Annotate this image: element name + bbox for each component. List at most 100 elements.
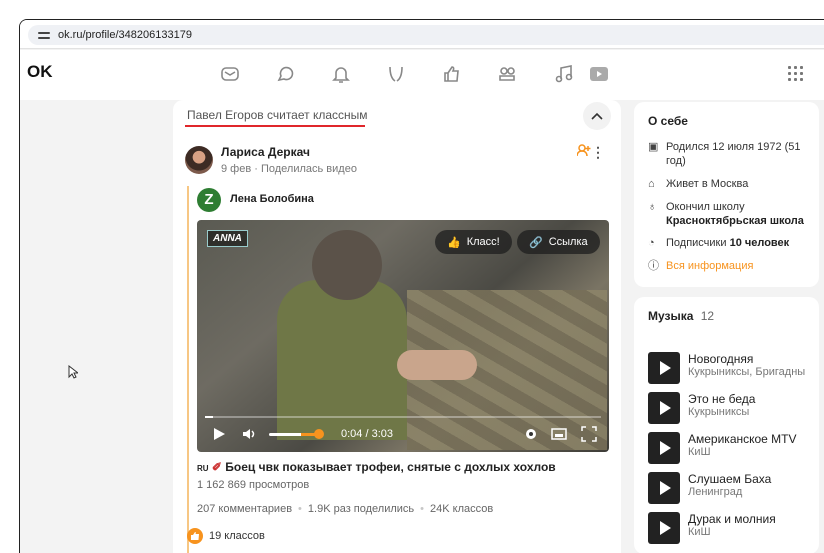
video-views: 1 162 869 просмотров — [197, 479, 310, 491]
track-artist: КиШ — [688, 526, 711, 538]
school-name[interactable]: Красноктябрьская школа — [666, 215, 804, 227]
notifications-icon[interactable] — [330, 63, 352, 85]
track-item[interactable]: Это не беда Кукрыниксы — [648, 392, 813, 428]
author-avatar[interactable] — [185, 146, 213, 174]
all-info-text: Вся информация — [666, 260, 754, 272]
friends-icon[interactable] — [497, 63, 519, 85]
track-artist: Ленинград — [688, 486, 743, 498]
music-count: 12 — [700, 309, 715, 323]
lives-text: Живет в Москва — [666, 178, 749, 190]
video-title[interactable]: RU ✐ Боец чвк показывает трофеи, снятые … — [197, 460, 556, 474]
site-settings-icon[interactable] — [38, 29, 50, 41]
settings-gear-icon[interactable] — [523, 426, 539, 442]
subscribers-count: 10 человек — [729, 237, 790, 249]
track-name: Слушаем Баха — [688, 472, 772, 486]
separator-dot: • — [420, 503, 425, 515]
url-text: ok.ru/profile/348206133179 — [58, 29, 192, 41]
born-text: Родился 12 июля 1972 (51 год) — [666, 141, 801, 167]
track-name: Американское MTV — [688, 432, 797, 446]
guests-icon[interactable] — [385, 63, 407, 85]
post-likes-count: 19 классов — [209, 530, 265, 542]
repost-indicator-line — [187, 186, 189, 553]
collapse-button[interactable] — [583, 102, 611, 130]
url-field[interactable]: ok.ru/profile/348206133179 — [28, 25, 824, 45]
video-player[interactable]: ANNA 👍 Класс! 🔗 Ссылка 0:04 / 3:03 — [197, 220, 609, 452]
ok-logo[interactable]: OK — [27, 62, 53, 82]
fullscreen-icon[interactable] — [581, 426, 597, 442]
about-title: О себе — [648, 114, 688, 128]
track-name: Дурак и молния — [688, 512, 776, 526]
flag-icon: ✐ — [208, 460, 226, 474]
track-artist: Кукрыниксы — [688, 406, 750, 418]
events-like-icon[interactable] — [441, 63, 463, 85]
add-friend-icon[interactable] — [576, 144, 591, 160]
post-author[interactable]: Лариса Деркач — [221, 145, 310, 159]
apps-grid-icon[interactable] — [788, 66, 804, 82]
post-stats: 207 комментариев • 1.9K раз поделились •… — [197, 503, 493, 515]
info-icon: ⓘ — [648, 260, 659, 272]
all-info-link[interactable]: ⓘ Вся информация — [648, 259, 811, 273]
subscribers-prefix: Подписчики — [666, 237, 727, 249]
school-prefix: Окончил школу — [666, 201, 745, 213]
track-artist: Кукрыниксы, Бригадны — [688, 366, 806, 378]
track-play-icon[interactable] — [648, 432, 680, 464]
chevron-up-icon — [591, 112, 603, 120]
class-like-icon — [187, 528, 203, 544]
browser-window: ok.ru/profile/348206133179 OK Павел Егор… — [19, 19, 824, 553]
subscribers-row[interactable]: ◔ Подписчики 10 человек — [648, 236, 811, 250]
repost-author-avatar[interactable]: Z — [197, 188, 221, 212]
address-bar: ok.ru/profile/348206133179 — [20, 20, 824, 49]
track-name: Новогодняя — [688, 352, 754, 366]
about-panel: О себе ▣ Родился 12 июля 1972 (51 год) ⌂… — [634, 102, 819, 287]
language-badge: RU — [197, 464, 209, 473]
liked-by-underline — [185, 125, 365, 127]
comments-count[interactable]: 207 комментариев — [197, 503, 292, 515]
rss-icon: ◔ — [648, 237, 655, 249]
video-frame-hands — [397, 350, 477, 380]
calendar-icon: ▣ — [648, 141, 659, 153]
classes-count[interactable]: 24K классов — [430, 503, 493, 515]
post-meta: 9 фев · Поделилась видео — [221, 163, 357, 175]
video-like-label: Класс! — [466, 236, 500, 248]
track-play-icon[interactable] — [648, 512, 680, 544]
messages-icon[interactable] — [219, 63, 241, 85]
repost-author[interactable]: Лена Болобина — [230, 193, 314, 205]
link-icon: 🔗 — [529, 236, 543, 249]
track-item[interactable]: Дурак и молния КиШ — [648, 512, 813, 548]
track-play-icon[interactable] — [648, 392, 680, 424]
lives-row: ⌂ Живет в Москва — [648, 177, 811, 191]
top-navigation: OK — [20, 50, 824, 100]
music-title-text: Музыка — [648, 309, 694, 323]
video-frame-head — [312, 230, 382, 300]
track-artist: КиШ — [688, 446, 711, 458]
thumbs-up-icon: 👍 — [447, 236, 461, 249]
graduation-icon: ♁ — [648, 201, 657, 213]
volume-slider-knob[interactable] — [314, 429, 324, 439]
more-options-icon[interactable]: ⋮ — [591, 144, 605, 161]
shares-count[interactable]: 1.9K раз поделились — [308, 503, 414, 515]
track-play-icon[interactable] — [648, 472, 680, 504]
video-time: 0:04 / 3:03 — [341, 428, 393, 440]
born-row: ▣ Родился 12 июля 1972 (51 год) — [648, 140, 811, 168]
video-like-button[interactable]: 👍 Класс! — [435, 230, 512, 254]
separator-dot: • — [298, 503, 302, 515]
track-item[interactable]: Американское MTV КиШ — [648, 432, 813, 468]
play-icon[interactable] — [211, 426, 227, 442]
music-icon[interactable] — [553, 63, 575, 85]
home-icon: ⌂ — [648, 178, 655, 190]
video-link-label: Ссылка — [548, 236, 588, 248]
channel-logo: ANNA — [207, 230, 248, 247]
track-item[interactable]: Слушаем Баха Ленинград — [648, 472, 813, 508]
volume-icon[interactable] — [241, 426, 257, 442]
video-icon[interactable] — [588, 63, 610, 85]
volume-slider-fill — [301, 433, 315, 436]
liked-by-text[interactable]: Павел Егоров считает классным — [187, 108, 368, 122]
music-title[interactable]: Музыка 12 — [648, 309, 714, 323]
track-item[interactable]: Новогодняя Кукрыниксы, Бригадны — [648, 352, 813, 388]
miniplayer-icon[interactable] — [551, 426, 567, 442]
discussions-icon[interactable] — [274, 63, 296, 85]
video-title-text: Боец чвк показывает трофеи, снятые с дох… — [225, 460, 556, 474]
video-link-button[interactable]: 🔗 Ссылка — [517, 230, 600, 254]
track-play-icon[interactable] — [648, 352, 680, 384]
post-likes[interactable]: 19 классов — [187, 528, 265, 544]
